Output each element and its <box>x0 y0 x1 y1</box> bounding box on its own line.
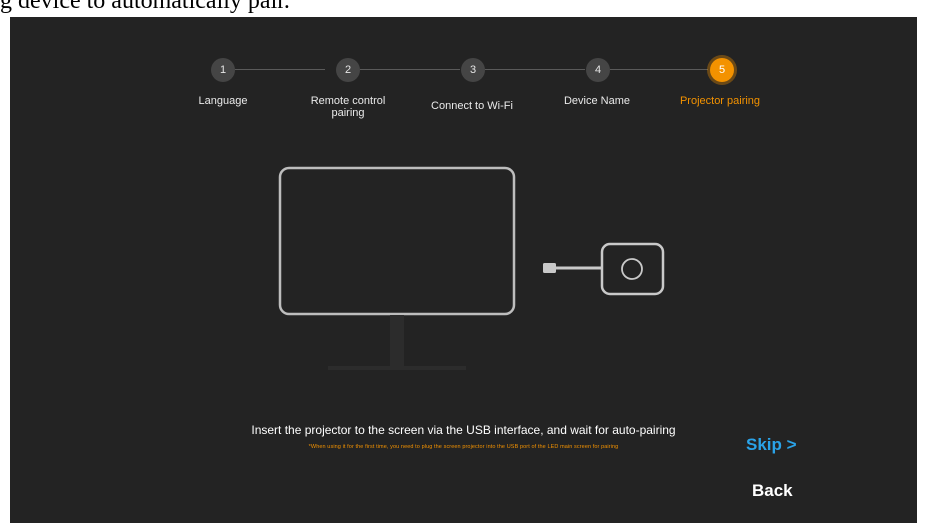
usb-projector-dongle-icon <box>543 242 665 296</box>
document-caption: g device to automatically pair. <box>0 0 290 14</box>
back-button[interactable]: Back <box>752 481 793 501</box>
monitor-icon <box>278 166 516 370</box>
setup-wizard-screen: 1 2 3 4 5 Language Remote control pairin… <box>10 17 917 523</box>
skip-button[interactable]: Skip > <box>746 435 797 455</box>
pairing-illustration <box>278 166 665 370</box>
